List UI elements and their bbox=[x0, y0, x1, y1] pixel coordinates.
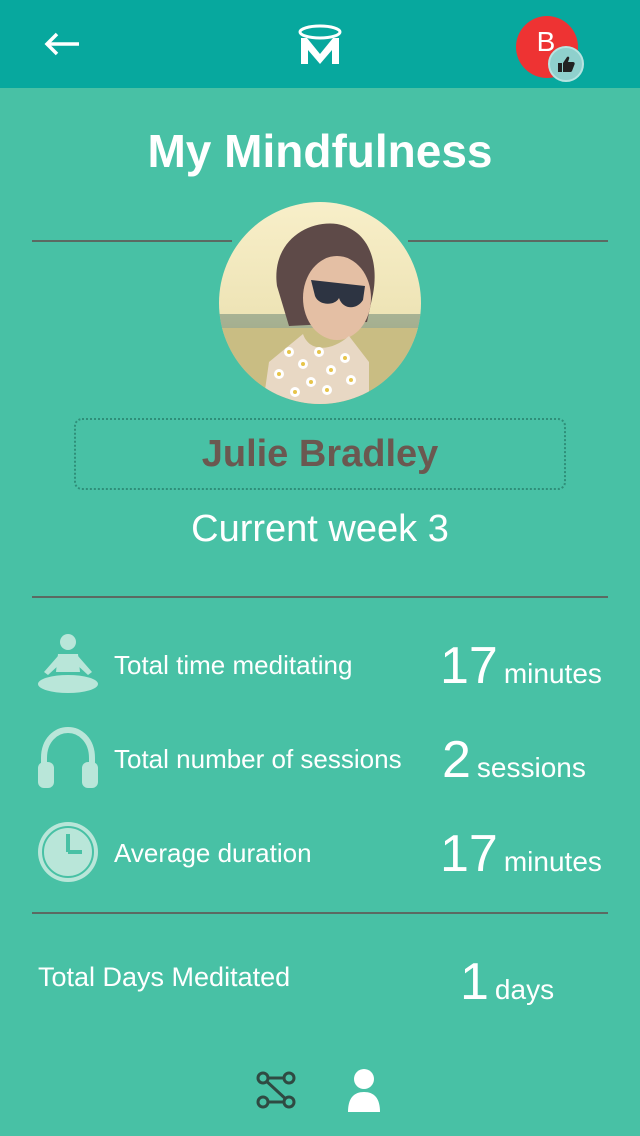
stat-value-sessions: 2 sessions bbox=[442, 730, 586, 790]
divider-middle bbox=[32, 596, 608, 598]
stat-unit: minutes bbox=[503, 846, 602, 877]
divider-bottom bbox=[32, 912, 608, 914]
stat-number: 17 bbox=[440, 825, 498, 883]
app-logo bbox=[294, 20, 346, 70]
total-days-unit: days bbox=[494, 974, 555, 1005]
nav-profile-button[interactable] bbox=[340, 1066, 388, 1114]
stat-number: 2 bbox=[442, 731, 471, 789]
stat-number: 17 bbox=[440, 637, 498, 695]
user-name: Julie Bradley bbox=[201, 432, 439, 475]
meditation-pose-icon bbox=[36, 632, 100, 696]
stat-value-total-time: 17 minutes bbox=[440, 636, 602, 696]
user-name-field[interactable]: Julie Bradley bbox=[74, 418, 566, 490]
clock-icon bbox=[36, 820, 100, 884]
thumbs-up-icon bbox=[548, 46, 584, 82]
current-week-label: Current week 3 bbox=[191, 508, 449, 550]
divider-top-right bbox=[408, 240, 608, 242]
headphones-icon bbox=[36, 726, 100, 790]
total-days-value: 1 days bbox=[460, 952, 554, 1012]
nav-network-button[interactable] bbox=[252, 1066, 300, 1114]
person-icon bbox=[348, 1069, 380, 1112]
profile-photo[interactable] bbox=[219, 202, 421, 404]
stat-unit: minutes bbox=[503, 658, 602, 689]
page-title: My Mindfulness bbox=[147, 125, 493, 177]
stat-value-average: 17 minutes bbox=[440, 824, 602, 884]
stat-label-sessions: Total number of sessions bbox=[114, 744, 402, 774]
arrow-left-icon bbox=[44, 32, 79, 56]
network-nodes-icon bbox=[256, 1071, 296, 1109]
total-days-number: 1 bbox=[460, 953, 489, 1011]
back-button[interactable] bbox=[40, 24, 84, 64]
stat-label-total-time: Total time meditating bbox=[114, 650, 353, 680]
divider-top-left bbox=[32, 240, 232, 242]
stat-unit: sessions bbox=[476, 752, 586, 783]
total-days-label: Total Days Meditated bbox=[38, 962, 291, 992]
stat-label-average: Average duration bbox=[114, 838, 312, 868]
